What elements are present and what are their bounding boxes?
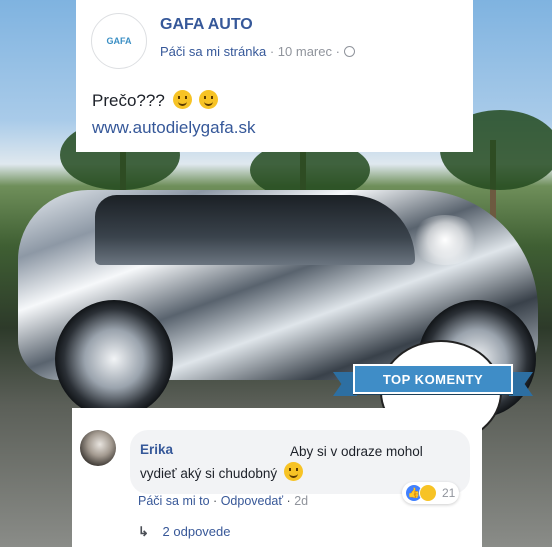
globe-icon	[343, 46, 355, 57]
comment-card: Erika Aby si v odraze mohol vydieť aký s…	[72, 408, 482, 547]
action-separator: ·	[213, 494, 221, 508]
comment-text: Aby si v odraze mohol vydieť aký si chud…	[140, 442, 460, 484]
page-like-link[interactable]: Páči sa mi stránka	[160, 44, 266, 59]
commenter-avatar[interactable]	[80, 430, 116, 466]
page-name-link[interactable]: GAFA AUTO	[160, 16, 253, 34]
post-meta: Páči sa mi stránka · 10 marec ·	[160, 44, 355, 59]
meta-separator: ·	[269, 44, 275, 59]
post-date[interactable]: 10 marec	[278, 44, 332, 59]
comment-time[interactable]: 2d	[294, 494, 308, 508]
top-comments-ribbon: TOP KOMENTY	[333, 364, 533, 396]
comment-actions: Páči sa mi to · Odpovedať · 2d	[138, 494, 308, 508]
smiling-emoji-icon	[199, 90, 219, 109]
meta-separator: ·	[335, 44, 340, 59]
haha-icon	[419, 484, 437, 502]
page-logo: GAFA	[106, 36, 132, 46]
facebook-post-card: GAFA GAFA AUTO Páči sa mi stránka · 10 m…	[76, 0, 473, 152]
reaction-count: 21	[442, 486, 456, 500]
page-avatar[interactable]: GAFA	[91, 13, 147, 69]
comment-like-button[interactable]: Páči sa mi to	[138, 494, 210, 508]
grinning-emoji-icon	[172, 90, 192, 109]
view-replies-link[interactable]: ↳ 2 odpovede	[138, 524, 230, 540]
post-link[interactable]: www.autodielygafa.sk	[92, 118, 255, 138]
reply-arrow-icon: ↳	[138, 524, 149, 539]
replies-label: 2 odpovede	[162, 524, 231, 539]
grinning-emoji-icon	[283, 462, 303, 481]
top-comments-label: TOP KOMENTY	[353, 364, 513, 394]
post-text-content: Prečo???	[92, 91, 165, 110]
sun-glare	[410, 215, 480, 265]
car-windows	[95, 195, 415, 265]
car-wheel	[55, 300, 173, 418]
comment-reactions[interactable]: 👍 21	[402, 482, 460, 504]
post-text: Prečo???	[92, 90, 219, 111]
comment-reply-button[interactable]: Odpovedať	[221, 494, 283, 508]
comment-text-content: Aby si v odraze mohol vydieť aký si chud…	[140, 444, 423, 481]
